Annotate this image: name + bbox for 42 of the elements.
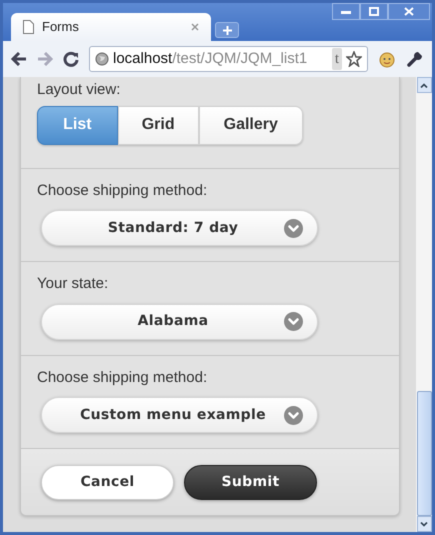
- new-tab-button[interactable]: [215, 22, 239, 38]
- scroll-thumb[interactable]: [416, 391, 432, 516]
- chevron-down-icon: [420, 522, 428, 526]
- close-icon[interactable]: [191, 23, 199, 31]
- page-icon: [23, 20, 34, 34]
- extension-badge[interactable]: t: [332, 48, 342, 70]
- back-icon[interactable]: [11, 52, 27, 66]
- reload-icon[interactable]: [63, 51, 79, 67]
- minimize-button[interactable]: [332, 3, 360, 20]
- plus-icon: [222, 26, 232, 34]
- chevron-down-icon: [284, 218, 303, 238]
- select-menu[interactable]: Alabama: [41, 304, 318, 340]
- segment-button[interactable]: Grid: [118, 106, 199, 144]
- field-label: Your state:: [37, 274, 110, 294]
- field-label: Choose shipping method:: [37, 368, 208, 388]
- address-bar[interactable]: localhost/test/JQM/JQM_list1 t: [89, 46, 368, 72]
- forward-icon[interactable]: [37, 52, 53, 66]
- field-label: Choose shipping method:: [37, 180, 208, 200]
- wrench-icon[interactable]: [406, 50, 424, 68]
- minimize-icon: [341, 10, 351, 14]
- chevron-down-icon: [284, 312, 303, 331]
- scrollbar[interactable]: [415, 77, 432, 532]
- select-menu[interactable]: Custom menu example: [41, 397, 318, 433]
- scroll-up-button[interactable]: [416, 77, 432, 93]
- globe-icon: [95, 52, 109, 66]
- close-icon: [404, 7, 414, 16]
- field-label: Layout view:: [37, 80, 122, 100]
- chevron-up-icon: [420, 82, 428, 88]
- chevron-down-icon: [284, 406, 303, 424]
- smiley-icon[interactable]: [378, 50, 396, 68]
- maximize-button[interactable]: [360, 3, 388, 20]
- browser-tab[interactable]: Forms: [11, 13, 211, 41]
- scroll-down-button[interactable]: [416, 516, 432, 532]
- maximize-icon: [369, 7, 379, 16]
- star-icon[interactable]: [346, 51, 362, 67]
- select-menu[interactable]: Standard: 7 day: [41, 210, 318, 246]
- segment-button[interactable]: Gallery: [198, 106, 303, 144]
- url-text: localhost/test/JQM/JQM_list1: [113, 48, 308, 69]
- cancel-button[interactable]: Cancel: [41, 465, 174, 500]
- close-button[interactable]: [388, 3, 430, 20]
- tab-title: Forms: [42, 18, 80, 36]
- submit-button[interactable]: Submit: [184, 465, 317, 500]
